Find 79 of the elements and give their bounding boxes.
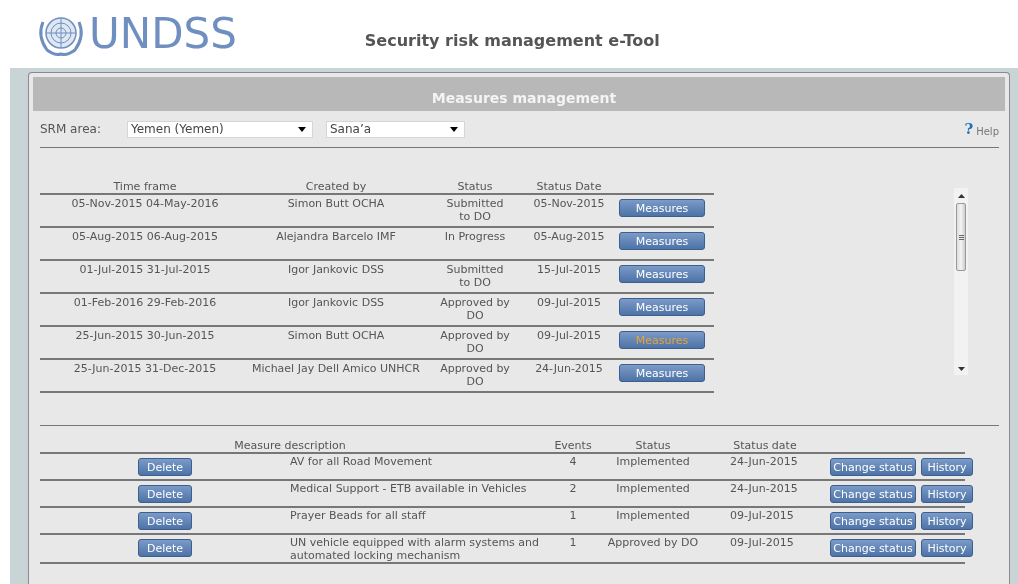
table-cell: 09-Jul-2015 bbox=[537, 296, 601, 309]
table-cell: 09-Jul-2015 bbox=[730, 509, 794, 522]
table-cell: Approved by DO bbox=[440, 296, 510, 322]
city-dropdown[interactable]: Sana’a bbox=[326, 120, 465, 138]
table-cell: Approved by DO bbox=[607, 536, 699, 549]
table-cell: Alejandra Barcelo IMF bbox=[276, 230, 396, 243]
history-button[interactable]: History bbox=[921, 539, 973, 557]
table-cell: 09-Jul-2015 bbox=[537, 329, 601, 342]
table-cell: Prayer Beads for all staff bbox=[290, 509, 426, 522]
measures-button[interactable]: Measures bbox=[619, 232, 705, 250]
table-cell: 24-Jun-2015 bbox=[535, 362, 603, 375]
table-cell: 05-Nov-2015 04-May-2016 bbox=[71, 197, 219, 210]
scrollbar[interactable] bbox=[954, 188, 968, 375]
table-cell: 2 bbox=[569, 482, 577, 495]
srm-label: SRM area: bbox=[40, 122, 102, 136]
column-header: Measure description bbox=[234, 439, 346, 452]
help-icon[interactable]: ? bbox=[964, 121, 974, 137]
column-header: Status Date bbox=[536, 180, 602, 193]
panel-title: Measures management bbox=[431, 90, 617, 108]
scroll-up-icon[interactable] bbox=[957, 194, 965, 198]
table-cell: Approved by DO bbox=[440, 329, 510, 355]
help-link[interactable]: Help bbox=[976, 125, 999, 137]
table-cell: Submitted to DO bbox=[446, 197, 504, 223]
measures-button[interactable]: Measures bbox=[619, 199, 705, 217]
measures-button[interactable]: Measures bbox=[619, 364, 705, 382]
table-cell: AV for all Road Movement bbox=[290, 455, 433, 468]
table-cell: 01-Jul-2015 31-Jul-2015 bbox=[79, 263, 211, 276]
table-cell: Igor Jankovic DSS bbox=[287, 263, 385, 276]
table-cell: UN vehicle equipped with alarm systems and automated locking mechanism bbox=[290, 536, 540, 562]
table-cell: 05-Aug-2015 bbox=[533, 230, 605, 243]
table-cell: 05-Aug-2015 06-Aug-2015 bbox=[72, 230, 218, 243]
country-dropdown[interactable]: Yemen (Yemen) bbox=[127, 120, 313, 138]
column-header: Status date bbox=[733, 439, 797, 452]
table-cell: Simon Butt OCHA bbox=[287, 197, 385, 210]
table-cell: Igor Jankovic DSS bbox=[287, 296, 385, 309]
table-cell: 01-Feb-2016 29-Feb-2016 bbox=[73, 296, 217, 309]
delete-button[interactable]: Delete bbox=[138, 485, 192, 503]
table-cell: 15-Jul-2015 bbox=[537, 263, 601, 276]
measures-button[interactable]: Measures bbox=[619, 265, 705, 283]
table-cell: 05-Nov-2015 bbox=[533, 197, 605, 210]
table-cell: 25-Jun-2015 31-Dec-2015 bbox=[73, 362, 217, 375]
logo-text: UNDSS bbox=[89, 13, 237, 55]
column-header: Events bbox=[554, 439, 592, 452]
delete-button[interactable]: Delete bbox=[138, 539, 192, 557]
history-button[interactable]: History bbox=[921, 485, 973, 503]
history-button[interactable]: History bbox=[921, 512, 973, 530]
change-status-button[interactable]: Change status bbox=[830, 458, 916, 476]
change-status-button[interactable]: Change status bbox=[830, 485, 916, 503]
change-status-button[interactable]: Change status bbox=[830, 512, 916, 530]
table-cell: 25-Jun-2015 30-Jun-2015 bbox=[75, 329, 215, 342]
table-cell: 24-Jun-2015 bbox=[730, 482, 798, 495]
history-button[interactable]: History bbox=[921, 458, 973, 476]
column-header: Created by bbox=[305, 180, 367, 193]
table-cell: Michael Jay Dell Amico UNHCR bbox=[252, 362, 420, 375]
scroll-thumb[interactable] bbox=[956, 203, 966, 271]
change-status-button[interactable]: Change status bbox=[830, 539, 916, 557]
table-cell: 4 bbox=[569, 455, 577, 468]
table-cell: Approved by DO bbox=[440, 362, 510, 388]
table-cell: Medical Support - ETB available in Vehicles bbox=[290, 482, 527, 495]
delete-button[interactable]: Delete bbox=[138, 512, 192, 530]
table-cell: Implemented bbox=[616, 509, 690, 522]
column-header: Time frame bbox=[113, 180, 177, 193]
scroll-down-icon[interactable] bbox=[957, 367, 965, 371]
table-cell: Implemented bbox=[616, 455, 690, 468]
measures-button[interactable]: Measures bbox=[619, 298, 705, 316]
table-cell: In Progress bbox=[444, 230, 506, 243]
column-header: Status bbox=[457, 180, 493, 193]
table-cell: 1 bbox=[569, 509, 577, 522]
table-cell: 09-Jul-2015 bbox=[730, 536, 794, 549]
table-cell: Submitted to DO bbox=[446, 263, 504, 289]
table-cell: Implemented bbox=[616, 482, 690, 495]
caret-icon bbox=[298, 126, 306, 132]
app-title: Security risk management e-Tool bbox=[364, 30, 660, 50]
delete-button[interactable]: Delete bbox=[138, 458, 192, 476]
table-cell: 24-Jun-2015 bbox=[730, 455, 798, 468]
table-cell: 1 bbox=[569, 536, 577, 549]
column-header: Status bbox=[635, 439, 671, 452]
caret-icon bbox=[450, 126, 458, 132]
table-cell: Simon Butt OCHA bbox=[287, 329, 385, 342]
